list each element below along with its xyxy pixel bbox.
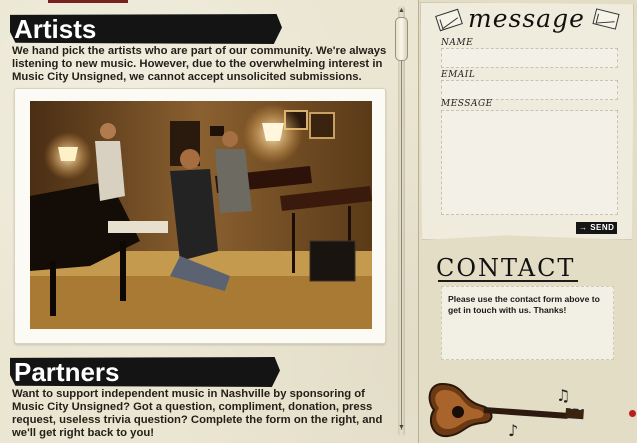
music-note-icon: ♫ xyxy=(556,386,571,405)
top-accent-strip xyxy=(48,0,128,3)
scrollbar-line xyxy=(401,60,402,430)
partners-heading: Partners xyxy=(14,357,120,387)
artists-heading: Artists xyxy=(14,14,97,44)
contact-underline xyxy=(438,280,578,282)
scroll-up-arrow-icon[interactable]: ▲ xyxy=(397,7,406,15)
message-label: MESSAGE xyxy=(441,99,493,109)
email-field[interactable] xyxy=(441,80,618,100)
musicians-photo xyxy=(30,101,372,329)
contact-title: CONTACT xyxy=(436,254,576,282)
message-title: message xyxy=(468,4,585,33)
red-badge-dot xyxy=(628,409,637,418)
send-button[interactable]: → SEND xyxy=(576,222,618,234)
contact-text: Please use the contact form above to get… xyxy=(448,294,600,315)
artists-description: We hand pick the artists who are part of… xyxy=(12,45,387,83)
scrollbar-thumb[interactable] xyxy=(395,17,408,61)
name-field[interactable] xyxy=(441,48,618,68)
message-textarea[interactable] xyxy=(441,110,618,215)
name-label: NAME xyxy=(441,38,474,48)
partners-description: Want to support independent music in Nas… xyxy=(12,388,383,439)
music-note-icon: ♪ xyxy=(508,421,519,440)
artists-photo-frame xyxy=(14,88,386,344)
email-label: EMAIL xyxy=(441,70,476,80)
scroll-down-arrow-icon[interactable]: ▼ xyxy=(397,424,406,432)
